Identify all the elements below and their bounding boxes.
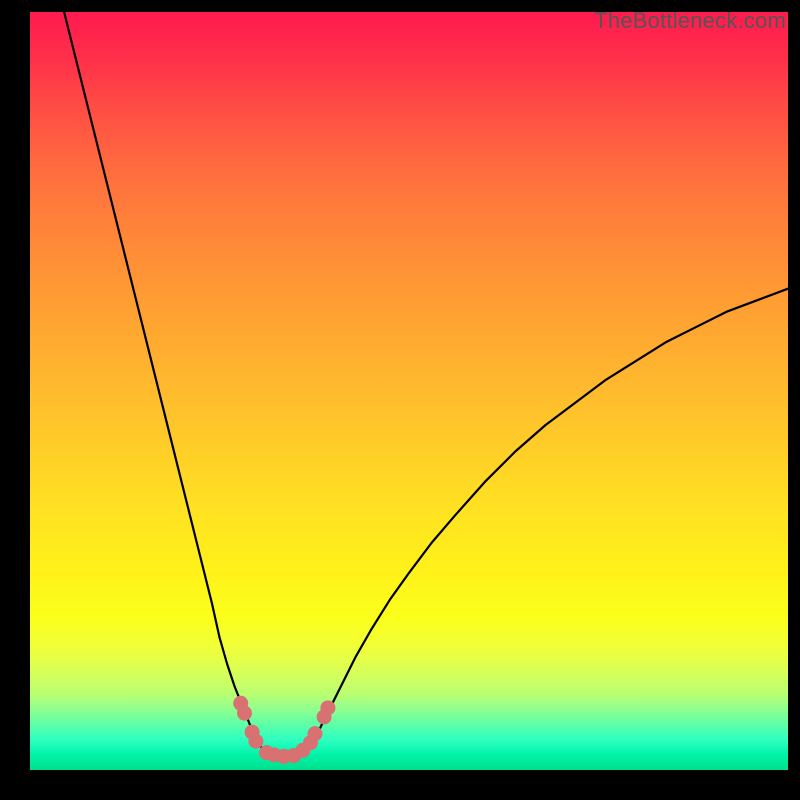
bottleneck-curve	[64, 12, 788, 759]
watermark-text: TheBottleneck.com	[594, 8, 786, 34]
plot-area	[30, 12, 788, 770]
markers-group	[233, 696, 335, 764]
plot-svg	[30, 12, 788, 770]
chart-container: TheBottleneck.com	[0, 0, 800, 800]
curves-group	[64, 12, 788, 759]
data-marker	[248, 734, 263, 749]
data-marker	[320, 700, 335, 715]
data-marker	[308, 726, 323, 741]
data-marker	[237, 706, 252, 721]
